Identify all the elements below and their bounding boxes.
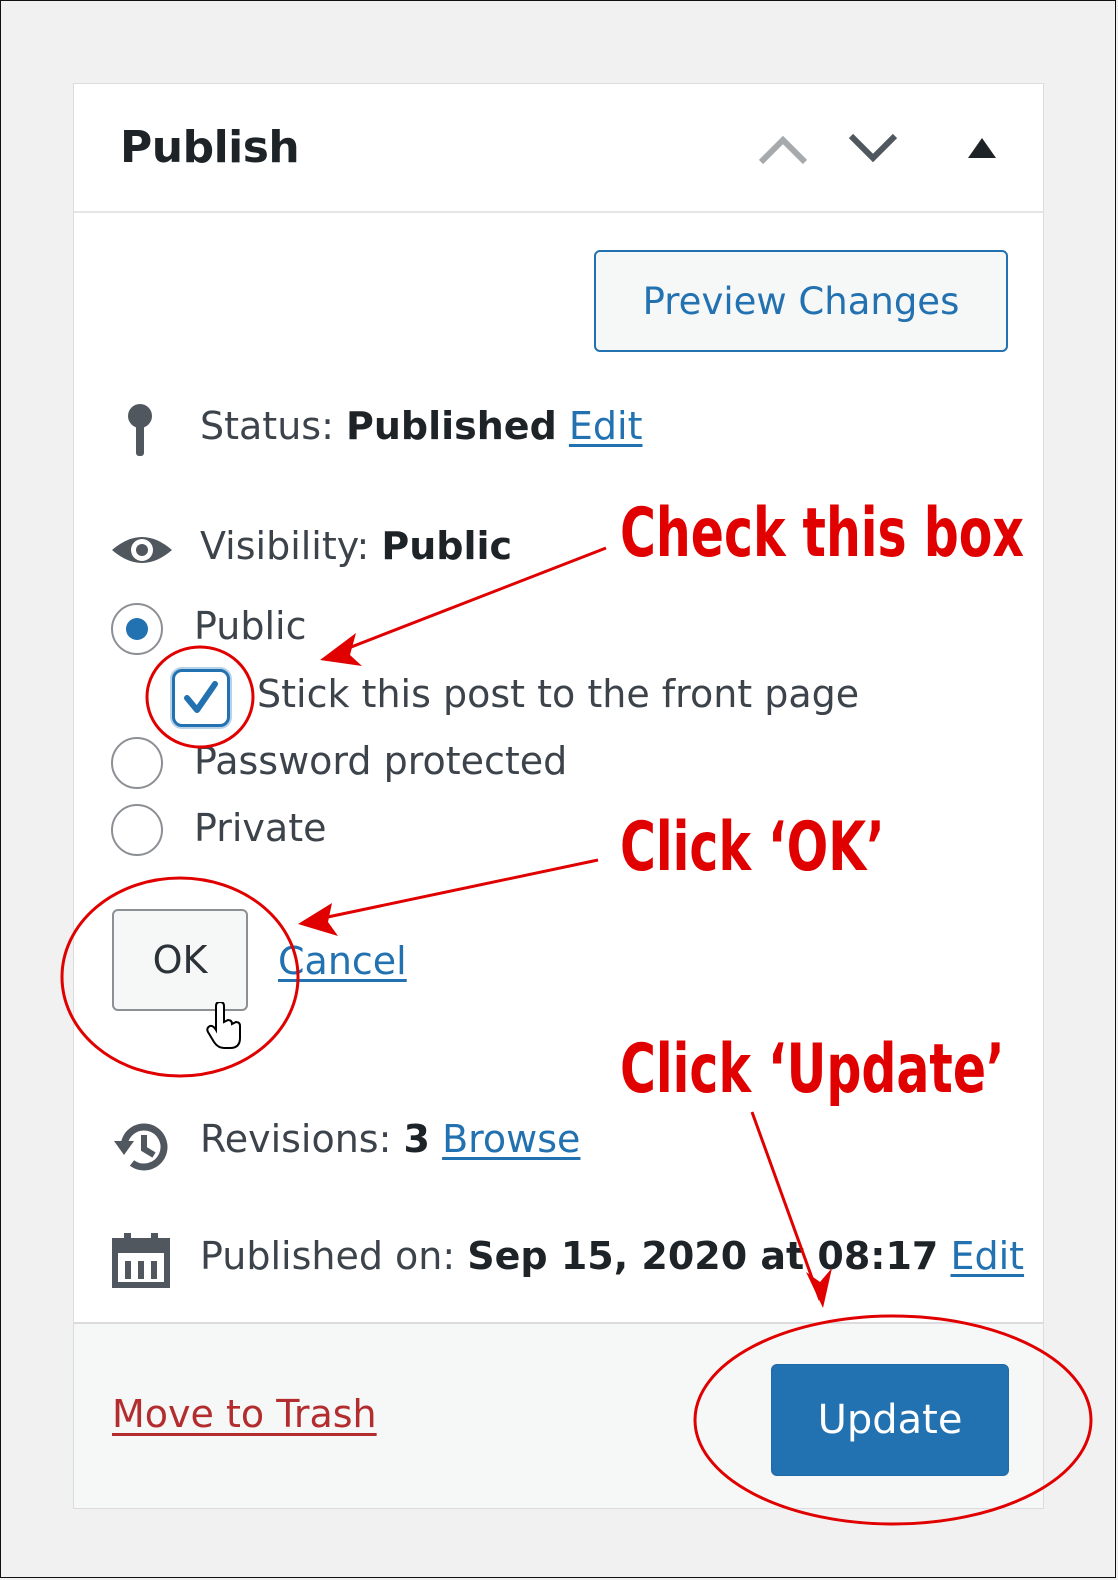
radio-private[interactable] bbox=[111, 804, 163, 856]
update-button[interactable]: Update bbox=[771, 1364, 1009, 1476]
hand-cursor-icon bbox=[206, 1002, 241, 1049]
triangle-up-icon[interactable] bbox=[964, 134, 1000, 162]
radio-public[interactable] bbox=[111, 603, 163, 655]
radio-password-protected[interactable] bbox=[111, 737, 163, 789]
sticky-checkbox[interactable] bbox=[172, 669, 230, 727]
revisions-label: Revisions: bbox=[200, 1117, 392, 1161]
status-edit-link[interactable]: Edit bbox=[569, 404, 643, 448]
publish-panel: Publish Preview Changes Status: Publishe… bbox=[73, 83, 1044, 1509]
calendar-icon bbox=[112, 1233, 170, 1288]
panel-title: Publish bbox=[120, 122, 300, 173]
annotation-check-text: Check this box bbox=[620, 494, 1024, 573]
revisions-count: 3 bbox=[403, 1117, 430, 1161]
browse-link[interactable]: Browse bbox=[442, 1117, 580, 1161]
annotation-update-text: Click ‘Update’ bbox=[620, 1030, 1005, 1109]
panel-footer: Move to Trash Update bbox=[74, 1322, 1043, 1508]
ok-button[interactable]: OK bbox=[112, 909, 248, 1011]
panel-header: Publish bbox=[74, 84, 1043, 213]
radio-password-label: Password protected bbox=[194, 739, 568, 783]
chevron-down-icon[interactable] bbox=[847, 128, 899, 168]
checkmark-icon bbox=[184, 681, 218, 713]
radio-public-label: Public bbox=[194, 604, 307, 648]
sticky-label: Stick this post to the front page bbox=[257, 672, 860, 716]
visibility-label: Visibility: bbox=[200, 524, 370, 568]
move-to-trash-link[interactable]: Move to Trash bbox=[112, 1392, 377, 1436]
history-icon bbox=[114, 1123, 168, 1171]
chevron-up-icon[interactable] bbox=[757, 128, 809, 168]
revisions-row: Revisions: 3 Browse bbox=[200, 1117, 580, 1161]
status-row: Status: Published Edit bbox=[200, 404, 642, 448]
visibility-value: Public bbox=[381, 524, 513, 568]
status-label: Status: bbox=[200, 404, 334, 448]
preview-changes-button[interactable]: Preview Changes bbox=[594, 250, 1008, 352]
status-value: Published bbox=[345, 404, 557, 448]
visibility-row: Visibility: Public bbox=[200, 524, 512, 568]
annotation-ok-text: Click ‘OK’ bbox=[620, 808, 885, 887]
eye-icon bbox=[112, 537, 172, 563]
cancel-link[interactable]: Cancel bbox=[278, 939, 407, 983]
pin-icon bbox=[128, 404, 152, 456]
published-label: Published on: bbox=[200, 1234, 456, 1278]
published-row: Published on: Sep 15, 2020 at 08:17 Edit bbox=[200, 1234, 1024, 1278]
published-edit-link[interactable]: Edit bbox=[950, 1234, 1024, 1278]
radio-private-label: Private bbox=[194, 806, 327, 850]
published-date: Sep 15, 2020 at 08:17 bbox=[467, 1234, 939, 1278]
